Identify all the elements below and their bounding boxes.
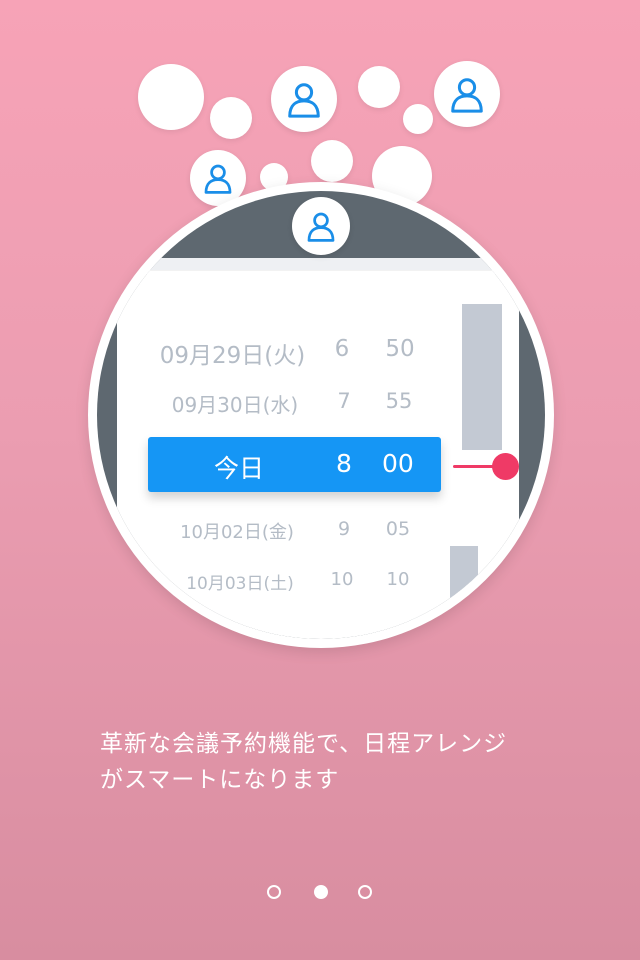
- page-indicator-dot-2[interactable]: [314, 885, 328, 899]
- picker-minute: 55: [385, 389, 413, 413]
- slider-handle[interactable]: [492, 453, 519, 480]
- avatar: [271, 66, 337, 132]
- bubble-small: [403, 104, 433, 134]
- scrollbar-lower: [450, 546, 478, 639]
- bubble-small: [210, 97, 252, 139]
- person-icon: [307, 212, 335, 242]
- onboarding-caption: 革新な会議予約機能で、日程アレンジ がスマートになります: [100, 726, 560, 798]
- picker-date: 09月29日(火): [159, 343, 306, 369]
- person-icon: [451, 78, 483, 113]
- picker-hour: 9: [337, 518, 351, 540]
- picker-hour: 7: [337, 389, 351, 413]
- picker-selected-row[interactable]: 今日 8 00: [148, 437, 441, 492]
- person-icon: [204, 164, 232, 194]
- picker-selected-hour: 8: [336, 449, 352, 478]
- page-indicator-dot-3[interactable]: [358, 885, 372, 899]
- scrollbar-upper: [462, 304, 502, 450]
- avatar: [434, 61, 500, 127]
- picker-selected-date: 今日: [214, 454, 265, 483]
- picker-selected-minute: 00: [382, 449, 414, 478]
- picker-minute: 10: [386, 569, 410, 590]
- picker-minute: 05: [385, 518, 411, 540]
- bubble-large: [138, 64, 204, 130]
- picker-date: 10月03日(土): [186, 574, 294, 594]
- picker-scene: 09月29日(火) 6 50 09月30日(水) 7 55 10月02日(金) …: [97, 191, 545, 639]
- picker-date: 10月02日(金): [180, 522, 294, 543]
- illustration-frame: 09月29日(火) 6 50 09月30日(水) 7 55 10月02日(金) …: [97, 191, 545, 639]
- person-icon: [288, 83, 320, 118]
- page-indicator-dot-1[interactable]: [267, 885, 281, 899]
- avatar: [292, 197, 350, 255]
- caption-line-1: 革新な会議予約機能で、日程アレンジ: [100, 731, 508, 757]
- picker-hour: 6: [334, 336, 350, 362]
- bubble-medium: [358, 66, 400, 108]
- bubble-medium: [311, 140, 353, 182]
- picker-hour: 10: [330, 569, 354, 590]
- picker-minute: 50: [385, 336, 415, 362]
- caption-line-2: がスマートになります: [100, 767, 340, 793]
- picker-date: 09月30日(水): [171, 393, 299, 417]
